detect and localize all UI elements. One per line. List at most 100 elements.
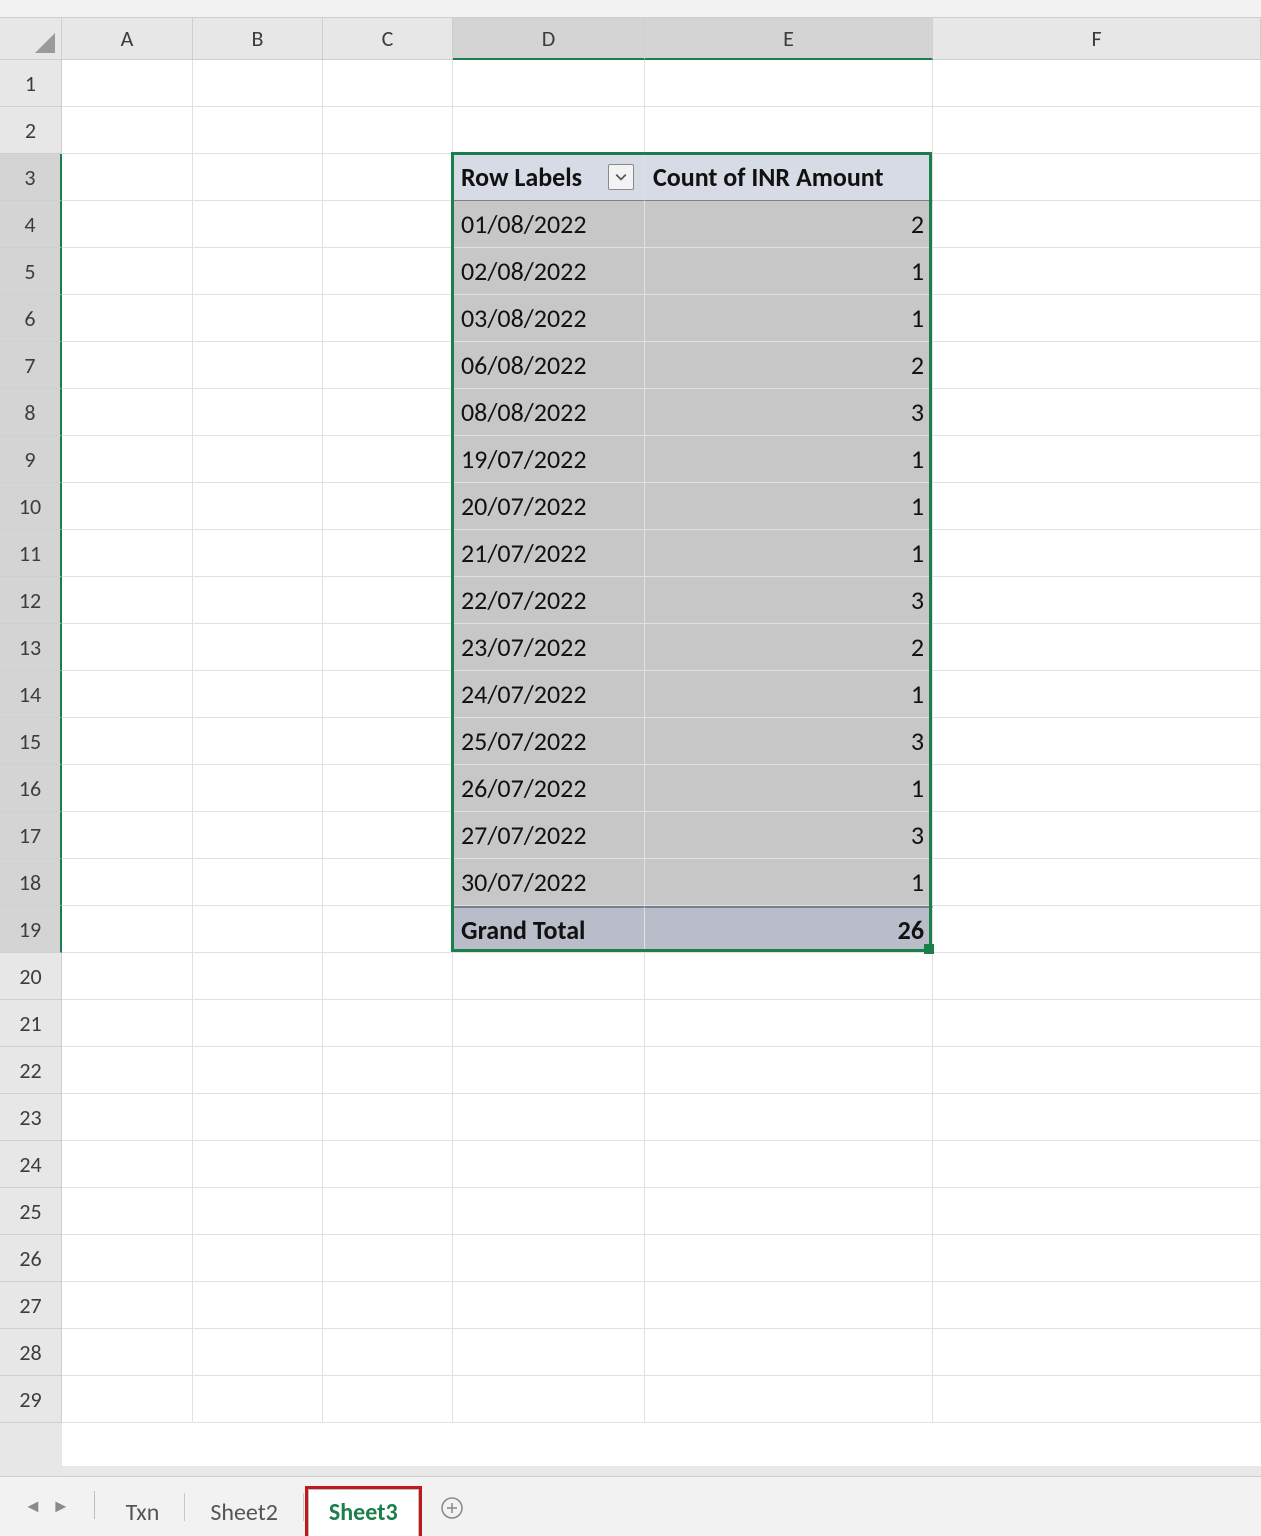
row-header-29[interactable]: 29 [0,1376,62,1423]
cell-A23[interactable] [62,1094,193,1141]
cell-A20[interactable] [62,953,193,1000]
cell-D24[interactable] [453,1141,645,1188]
tab-next-icon[interactable]: ► [48,1491,74,1521]
cell-B26[interactable] [193,1235,323,1282]
cell-C13[interactable] [323,624,453,671]
cell-A27[interactable] [62,1282,193,1329]
cell-E21[interactable] [645,1000,933,1047]
row-header-28[interactable]: 28 [0,1329,62,1376]
cell-B7[interactable] [193,342,323,389]
row-header-10[interactable]: 10 [0,483,62,530]
cell-C15[interactable] [323,718,453,765]
cell-B20[interactable] [193,953,323,1000]
cell-D17[interactable]: 27/07/2022 [453,812,645,859]
cell-A3[interactable] [62,154,193,201]
cell-D1[interactable] [453,60,645,107]
cell-D18[interactable]: 30/07/2022 [453,859,645,906]
cell-B22[interactable] [193,1047,323,1094]
cell-C27[interactable] [323,1282,453,1329]
cell-F8[interactable] [933,389,1261,436]
cell-F25[interactable] [933,1188,1261,1235]
row-header-9[interactable]: 9 [0,436,62,483]
cell-B1[interactable] [193,60,323,107]
cell-F24[interactable] [933,1141,1261,1188]
add-sheet-button[interactable] [435,1491,469,1525]
cell-A2[interactable] [62,107,193,154]
row-header-13[interactable]: 13 [0,624,62,671]
cell-C28[interactable] [323,1329,453,1376]
cell-E8[interactable]: 3 [645,389,933,436]
cell-D15[interactable]: 25/07/2022 [453,718,645,765]
row-header-3[interactable]: 3 [0,154,62,201]
cell-C23[interactable] [323,1094,453,1141]
cell-A15[interactable] [62,718,193,765]
pivot-filter-dropdown[interactable] [608,164,634,190]
cell-A14[interactable] [62,671,193,718]
cell-E9[interactable]: 1 [645,436,933,483]
row-header-18[interactable]: 18 [0,859,62,906]
row-header-6[interactable]: 6 [0,295,62,342]
cell-F7[interactable] [933,342,1261,389]
cell-F22[interactable] [933,1047,1261,1094]
row-header-4[interactable]: 4 [0,201,62,248]
cell-B29[interactable] [193,1376,323,1423]
cell-B19[interactable] [193,906,323,953]
cell-A28[interactable] [62,1329,193,1376]
cell-F12[interactable] [933,577,1261,624]
cell-E10[interactable]: 1 [645,483,933,530]
tab-prev-icon[interactable]: ◄ [20,1491,46,1521]
row-header-2[interactable]: 2 [0,107,62,154]
cell-D9[interactable]: 19/07/2022 [453,436,645,483]
cell-A7[interactable] [62,342,193,389]
cell-E18[interactable]: 1 [645,859,933,906]
cell-grid[interactable]: Row LabelsCount of INR Amount01/08/20222… [62,60,1261,1466]
cell-C6[interactable] [323,295,453,342]
cell-C2[interactable] [323,107,453,154]
cell-E20[interactable] [645,953,933,1000]
cell-D23[interactable] [453,1094,645,1141]
row-header-23[interactable]: 23 [0,1094,62,1141]
cell-C29[interactable] [323,1376,453,1423]
row-header-17[interactable]: 17 [0,812,62,859]
cell-D22[interactable] [453,1047,645,1094]
cell-F13[interactable] [933,624,1261,671]
cell-C25[interactable] [323,1188,453,1235]
row-header-27[interactable]: 27 [0,1282,62,1329]
cell-E15[interactable]: 3 [645,718,933,765]
cell-A19[interactable] [62,906,193,953]
cell-B3[interactable] [193,154,323,201]
cell-E29[interactable] [645,1376,933,1423]
cell-A25[interactable] [62,1188,193,1235]
cell-C19[interactable] [323,906,453,953]
cell-A5[interactable] [62,248,193,295]
cell-D25[interactable] [453,1188,645,1235]
cell-F2[interactable] [933,107,1261,154]
cell-E4[interactable]: 2 [645,201,933,248]
cell-C12[interactable] [323,577,453,624]
cell-A18[interactable] [62,859,193,906]
cell-D5[interactable]: 02/08/2022 [453,248,645,295]
cell-D26[interactable] [453,1235,645,1282]
cell-B2[interactable] [193,107,323,154]
cell-E23[interactable] [645,1094,933,1141]
cell-D7[interactable]: 06/08/2022 [453,342,645,389]
cell-C1[interactable] [323,60,453,107]
cell-A17[interactable] [62,812,193,859]
cell-F21[interactable] [933,1000,1261,1047]
cell-C24[interactable] [323,1141,453,1188]
row-header-16[interactable]: 16 [0,765,62,812]
cell-D20[interactable] [453,953,645,1000]
cell-C22[interactable] [323,1047,453,1094]
cell-D29[interactable] [453,1376,645,1423]
cell-D10[interactable]: 20/07/2022 [453,483,645,530]
cell-C9[interactable] [323,436,453,483]
cell-E13[interactable]: 2 [645,624,933,671]
cell-E22[interactable] [645,1047,933,1094]
cell-E6[interactable]: 1 [645,295,933,342]
cell-D4[interactable]: 01/08/2022 [453,201,645,248]
cell-F3[interactable] [933,154,1261,201]
cell-F4[interactable] [933,201,1261,248]
cell-B6[interactable] [193,295,323,342]
cell-B27[interactable] [193,1282,323,1329]
cell-C5[interactable] [323,248,453,295]
